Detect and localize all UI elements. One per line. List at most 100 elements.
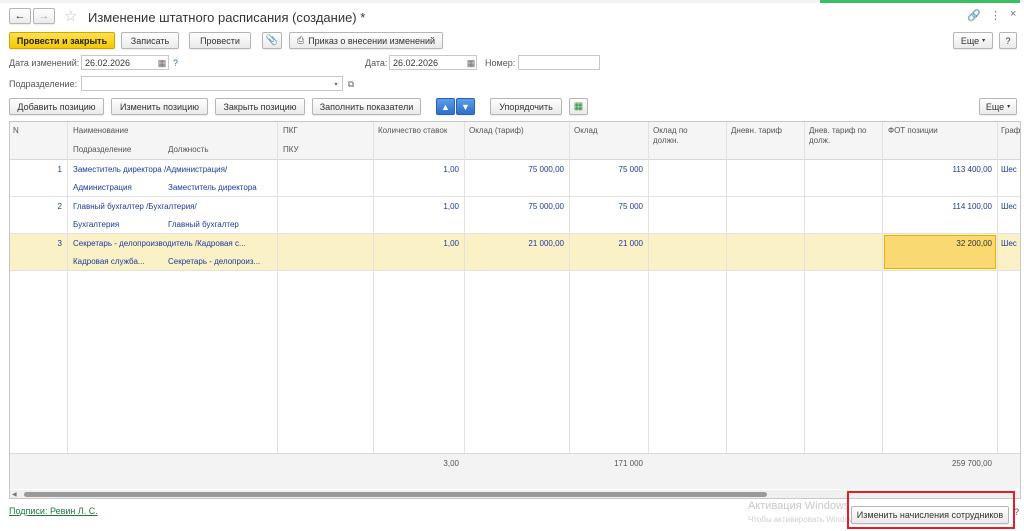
close-position-button[interactable]: Закрыть позицию bbox=[215, 98, 305, 115]
dropdown-chevron-icon[interactable]: ▾ bbox=[330, 78, 342, 90]
row-2-position[interactable]: Главный бухгалтер bbox=[168, 220, 276, 230]
header-rate-tariff[interactable]: Оклад (тариф) bbox=[469, 126, 524, 136]
row-1-schedule[interactable]: Шес bbox=[1001, 165, 1020, 175]
row-1-rate-tariff[interactable]: 75 000,00 bbox=[469, 165, 564, 175]
row-2-rate-tariff[interactable]: 75 000,00 bbox=[469, 202, 564, 212]
row-3-fot[interactable]: 32 200,00 bbox=[888, 239, 992, 249]
number-field[interactable] bbox=[518, 55, 600, 70]
export-table-button[interactable]: ▦ bbox=[569, 98, 588, 115]
scrollbar-thumb[interactable] bbox=[24, 492, 767, 497]
department-field[interactable] bbox=[81, 76, 343, 91]
row-2-rate[interactable]: 75 000 bbox=[574, 202, 643, 212]
open-icon[interactable]: ⧉ bbox=[345, 78, 357, 90]
row-divider bbox=[10, 270, 1020, 271]
order-button[interactable]: Упорядочить bbox=[490, 98, 562, 115]
header-day-tariff[interactable]: Дневн. тариф bbox=[731, 126, 782, 136]
order-changes-button[interactable]: ⎙ Приказ о внесении изменений bbox=[289, 32, 443, 49]
row-2-qty[interactable]: 1,00 bbox=[378, 202, 459, 212]
row-3-department[interactable]: Кадровая служба... bbox=[73, 257, 165, 267]
active-tab-indicator bbox=[820, 0, 1020, 3]
row-2-schedule[interactable]: Шес bbox=[1001, 202, 1020, 212]
arrow-right-icon: → bbox=[38, 10, 50, 22]
add-position-button[interactable]: Добавить позицию bbox=[9, 98, 104, 115]
row-3-rate[interactable]: 21 000 bbox=[574, 239, 643, 249]
total-fot: 259 700,00 bbox=[951, 459, 992, 468]
row-1-department[interactable]: Администрация bbox=[73, 183, 165, 193]
date-field[interactable]: 26.02.2026 bbox=[389, 55, 477, 70]
row-3-position[interactable]: Секретарь - делопроиз... bbox=[168, 257, 276, 267]
forward-button[interactable]: → bbox=[33, 8, 55, 24]
date-value: 26.02.2026 bbox=[393, 57, 439, 68]
link-icon[interactable]: 🔗 bbox=[967, 9, 981, 22]
header-schedule[interactable]: Граф bbox=[1001, 126, 1020, 136]
positions-table[interactable]: N Наименование Подразделение Должность П… bbox=[9, 121, 1021, 499]
arrow-down-icon: ▼ bbox=[461, 101, 470, 112]
row-3-name[interactable]: Секретарь - делопроизводитель /Кадровая … bbox=[73, 239, 275, 249]
move-down-button[interactable]: ▼ bbox=[456, 98, 475, 115]
signatures-link[interactable]: Подписи: Ревин Л. С. bbox=[9, 506, 98, 516]
row-1-fot[interactable]: 113 400,00 bbox=[888, 165, 992, 175]
header-pku[interactable]: ПКУ bbox=[283, 145, 299, 155]
header-position[interactable]: Должность bbox=[168, 145, 209, 155]
help-mark[interactable]: ? bbox=[173, 58, 178, 68]
actions-more-button[interactable]: Еще ▾ bbox=[979, 98, 1017, 115]
activation-watermark-title: Активация Windows bbox=[748, 500, 850, 512]
back-button[interactable]: ← bbox=[9, 8, 31, 24]
close-icon[interactable]: × bbox=[1010, 8, 1016, 20]
favorite-star-icon[interactable]: ☆ bbox=[64, 7, 77, 25]
post-button[interactable]: Провести bbox=[189, 32, 251, 49]
page-title: Изменение штатного расписания (создание)… bbox=[88, 10, 366, 25]
header-n[interactable]: N bbox=[13, 126, 19, 136]
fill-indicators-button[interactable]: Заполнить показатели bbox=[312, 98, 421, 115]
row-3-schedule[interactable]: Шес bbox=[1001, 239, 1020, 249]
header-rate-by-position[interactable]: Оклад по должн. bbox=[653, 126, 688, 146]
date-label: Дата: bbox=[365, 58, 388, 68]
post-and-close-button[interactable]: Провести и закрыть bbox=[9, 32, 115, 49]
help-button[interactable]: ? bbox=[999, 32, 1017, 49]
actions-more-label: Еще bbox=[985, 101, 1005, 112]
row-1-rate[interactable]: 75 000 bbox=[574, 165, 643, 175]
row-1-position[interactable]: Заместитель директора bbox=[168, 183, 276, 193]
row-1-qty[interactable]: 1,00 bbox=[378, 165, 459, 175]
header-day-tariff-by-position-line2: долж. bbox=[809, 136, 831, 145]
scroll-left-icon[interactable]: ◀ bbox=[12, 491, 17, 498]
more-menu-icon[interactable]: ⋮ bbox=[990, 9, 1001, 22]
row-1-n: 1 bbox=[57, 165, 62, 174]
row-3-qty[interactable]: 1,00 bbox=[378, 239, 459, 249]
header-day-tariff-by-position-line1: Днев. тариф по bbox=[809, 126, 867, 135]
total-rate: 171 000 bbox=[614, 459, 643, 468]
row-2-name[interactable]: Главный бухгалтер /Бухгалтерия/ bbox=[73, 202, 275, 212]
arrow-left-icon: ← bbox=[14, 10, 26, 22]
row-divider bbox=[10, 233, 1020, 234]
change-position-button[interactable]: Изменить позицию bbox=[111, 98, 208, 115]
table-export-icon: ▦ bbox=[573, 101, 584, 112]
header-rate-by-position-line2: должн. bbox=[653, 136, 679, 145]
column-divider bbox=[569, 122, 570, 489]
save-button[interactable]: Записать bbox=[121, 32, 179, 49]
row-2-department[interactable]: Бухгалтерия bbox=[73, 220, 165, 230]
header-pkg[interactable]: ПКГ bbox=[283, 126, 298, 136]
header-name[interactable]: Наименование bbox=[73, 126, 128, 136]
header-rate[interactable]: Оклад bbox=[574, 126, 598, 136]
header-department[interactable]: Подразделение bbox=[73, 145, 131, 155]
column-divider bbox=[67, 122, 68, 453]
number-label: Номер: bbox=[485, 58, 516, 68]
printer-icon: ⎙ bbox=[296, 35, 305, 45]
row-2-fot[interactable]: 114 100,00 bbox=[888, 202, 992, 212]
header-fot[interactable]: ФОТ позиции bbox=[888, 126, 938, 136]
row-3-n: 3 bbox=[57, 239, 62, 248]
move-up-button[interactable]: ▲ bbox=[436, 98, 455, 115]
column-divider bbox=[882, 122, 883, 489]
calendar-icon[interactable]: ▦ bbox=[156, 57, 168, 69]
row-3-rate-tariff[interactable]: 21 000,00 bbox=[469, 239, 564, 249]
toolbar-more-button[interactable]: Еще ▾ bbox=[953, 32, 993, 49]
header-rate-by-position-line1: Оклад по bbox=[653, 126, 688, 135]
header-day-tariff-by-position[interactable]: Днев. тариф по долж. bbox=[809, 126, 867, 146]
attach-button[interactable]: 📎 bbox=[262, 32, 282, 49]
header-qty[interactable]: Количество ставок bbox=[378, 126, 447, 136]
calendar-icon[interactable]: ▦ bbox=[465, 57, 477, 69]
order-changes-label: Приказ о внесении изменений bbox=[308, 35, 435, 46]
total-qty: 3,00 bbox=[443, 459, 459, 468]
row-1-name[interactable]: Заместитель директора /Администрация/ bbox=[73, 165, 275, 175]
column-divider bbox=[726, 122, 727, 489]
